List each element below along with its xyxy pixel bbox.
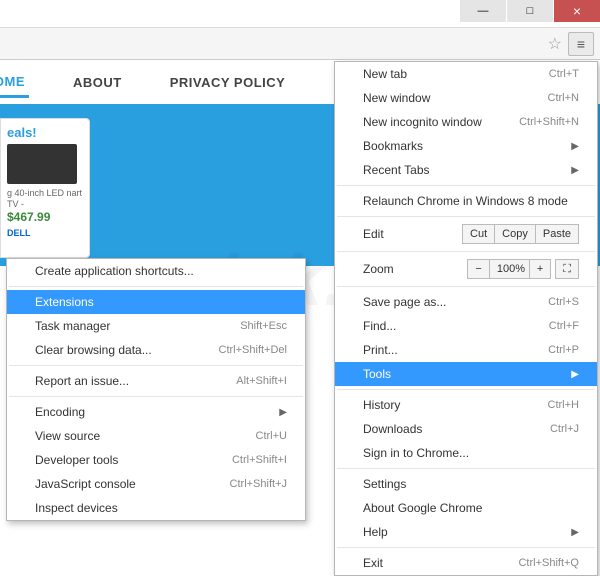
menu-tools[interactable]: Tools▶ <box>335 362 597 386</box>
submenu-encoding[interactable]: Encoding▶ <box>7 400 305 424</box>
menu-separator <box>337 185 595 186</box>
chevron-right-icon: ▶ <box>571 141 579 152</box>
chevron-right-icon: ▶ <box>571 165 579 176</box>
promo-brand: DELL <box>7 228 83 238</box>
window-close-button[interactable]: × <box>554 0 600 22</box>
menu-sign-in[interactable]: Sign in to Chrome... <box>335 441 597 465</box>
menu-separator <box>9 396 303 397</box>
zoom-in-button[interactable]: + <box>530 259 551 279</box>
menu-history[interactable]: HistoryCtrl+H <box>335 393 597 417</box>
promo-card[interactable]: eals! g 40-inch LED nart TV - $467.99 DE… <box>0 118 90 258</box>
menu-print[interactable]: Print...Ctrl+P <box>335 338 597 362</box>
zoom-out-button[interactable]: − <box>467 259 489 279</box>
submenu-report-issue[interactable]: Report an issue...Alt+Shift+I <box>7 369 305 393</box>
menu-bookmarks[interactable]: Bookmarks▶ <box>335 134 597 158</box>
menu-separator <box>9 286 303 287</box>
menu-save-page[interactable]: Save page as...Ctrl+S <box>335 290 597 314</box>
chrome-menu-button[interactable]: ≡ <box>568 32 594 56</box>
chevron-right-icon: ▶ <box>571 527 579 538</box>
submenu-view-source[interactable]: View sourceCtrl+U <box>7 424 305 448</box>
menu-separator <box>337 389 595 390</box>
menu-new-incognito[interactable]: New incognito windowCtrl+Shift+N <box>335 110 597 134</box>
zoom-percent: 100% <box>490 259 530 279</box>
menu-separator <box>9 365 303 366</box>
nav-about[interactable]: ABOUT <box>69 69 126 96</box>
menu-recent-tabs[interactable]: Recent Tabs▶ <box>335 158 597 182</box>
chevron-right-icon: ▶ <box>279 407 287 418</box>
menu-new-tab[interactable]: New tabCtrl+T <box>335 62 597 86</box>
window-maximize-button[interactable]: □ <box>507 0 553 22</box>
submenu-extensions[interactable]: Extensions <box>7 290 305 314</box>
menu-separator <box>337 547 595 548</box>
menu-separator <box>337 251 595 252</box>
edit-paste-button[interactable]: Paste <box>536 224 579 244</box>
menu-separator <box>337 468 595 469</box>
promo-price: $467.99 <box>7 210 83 224</box>
chevron-right-icon: ▶ <box>571 369 579 380</box>
zoom-fullscreen-button[interactable]: ⛶ <box>555 259 579 279</box>
menu-find[interactable]: Find...Ctrl+F <box>335 314 597 338</box>
nav-privacy[interactable]: PRIVACY POLICY <box>166 69 290 96</box>
submenu-inspect-devices[interactable]: Inspect devices <box>7 496 305 520</box>
menu-zoom-row: Zoom − 100% + ⛶ <box>335 255 597 283</box>
promo-title: eals! <box>7 125 83 140</box>
promo-image <box>7 144 77 184</box>
nav-home[interactable]: HOME <box>0 68 29 98</box>
menu-relaunch-win8[interactable]: Relaunch Chrome in Windows 8 mode <box>335 189 597 213</box>
submenu-javascript-console[interactable]: JavaScript consoleCtrl+Shift+J <box>7 472 305 496</box>
menu-new-window[interactable]: New windowCtrl+N <box>335 86 597 110</box>
promo-description: g 40-inch LED nart TV - <box>7 188 83 210</box>
menu-separator <box>337 286 595 287</box>
menu-help[interactable]: Help▶ <box>335 520 597 544</box>
menu-exit[interactable]: ExitCtrl+Shift+Q <box>335 551 597 575</box>
menu-about-chrome[interactable]: About Google Chrome <box>335 496 597 520</box>
window-titlebar: — □ × <box>0 0 600 28</box>
browser-toolbar: ☆ ≡ <box>0 28 600 60</box>
tools-submenu: Create application shortcuts... Extensio… <box>6 258 306 521</box>
menu-settings[interactable]: Settings <box>335 472 597 496</box>
window-minimize-button[interactable]: — <box>460 0 506 22</box>
menu-separator <box>337 216 595 217</box>
edit-copy-button[interactable]: Copy <box>495 224 536 244</box>
submenu-clear-browsing-data[interactable]: Clear browsing data...Ctrl+Shift+Del <box>7 338 305 362</box>
chrome-main-menu: New tabCtrl+T New windowCtrl+N New incog… <box>334 61 598 576</box>
menu-edit-row: Edit Cut Copy Paste <box>335 220 597 248</box>
edit-cut-button[interactable]: Cut <box>462 224 495 244</box>
menu-downloads[interactable]: DownloadsCtrl+J <box>335 417 597 441</box>
bookmark-star-icon[interactable]: ☆ <box>548 34 562 54</box>
submenu-create-shortcuts[interactable]: Create application shortcuts... <box>7 259 305 283</box>
submenu-task-manager[interactable]: Task managerShift+Esc <box>7 314 305 338</box>
submenu-developer-tools[interactable]: Developer toolsCtrl+Shift+I <box>7 448 305 472</box>
